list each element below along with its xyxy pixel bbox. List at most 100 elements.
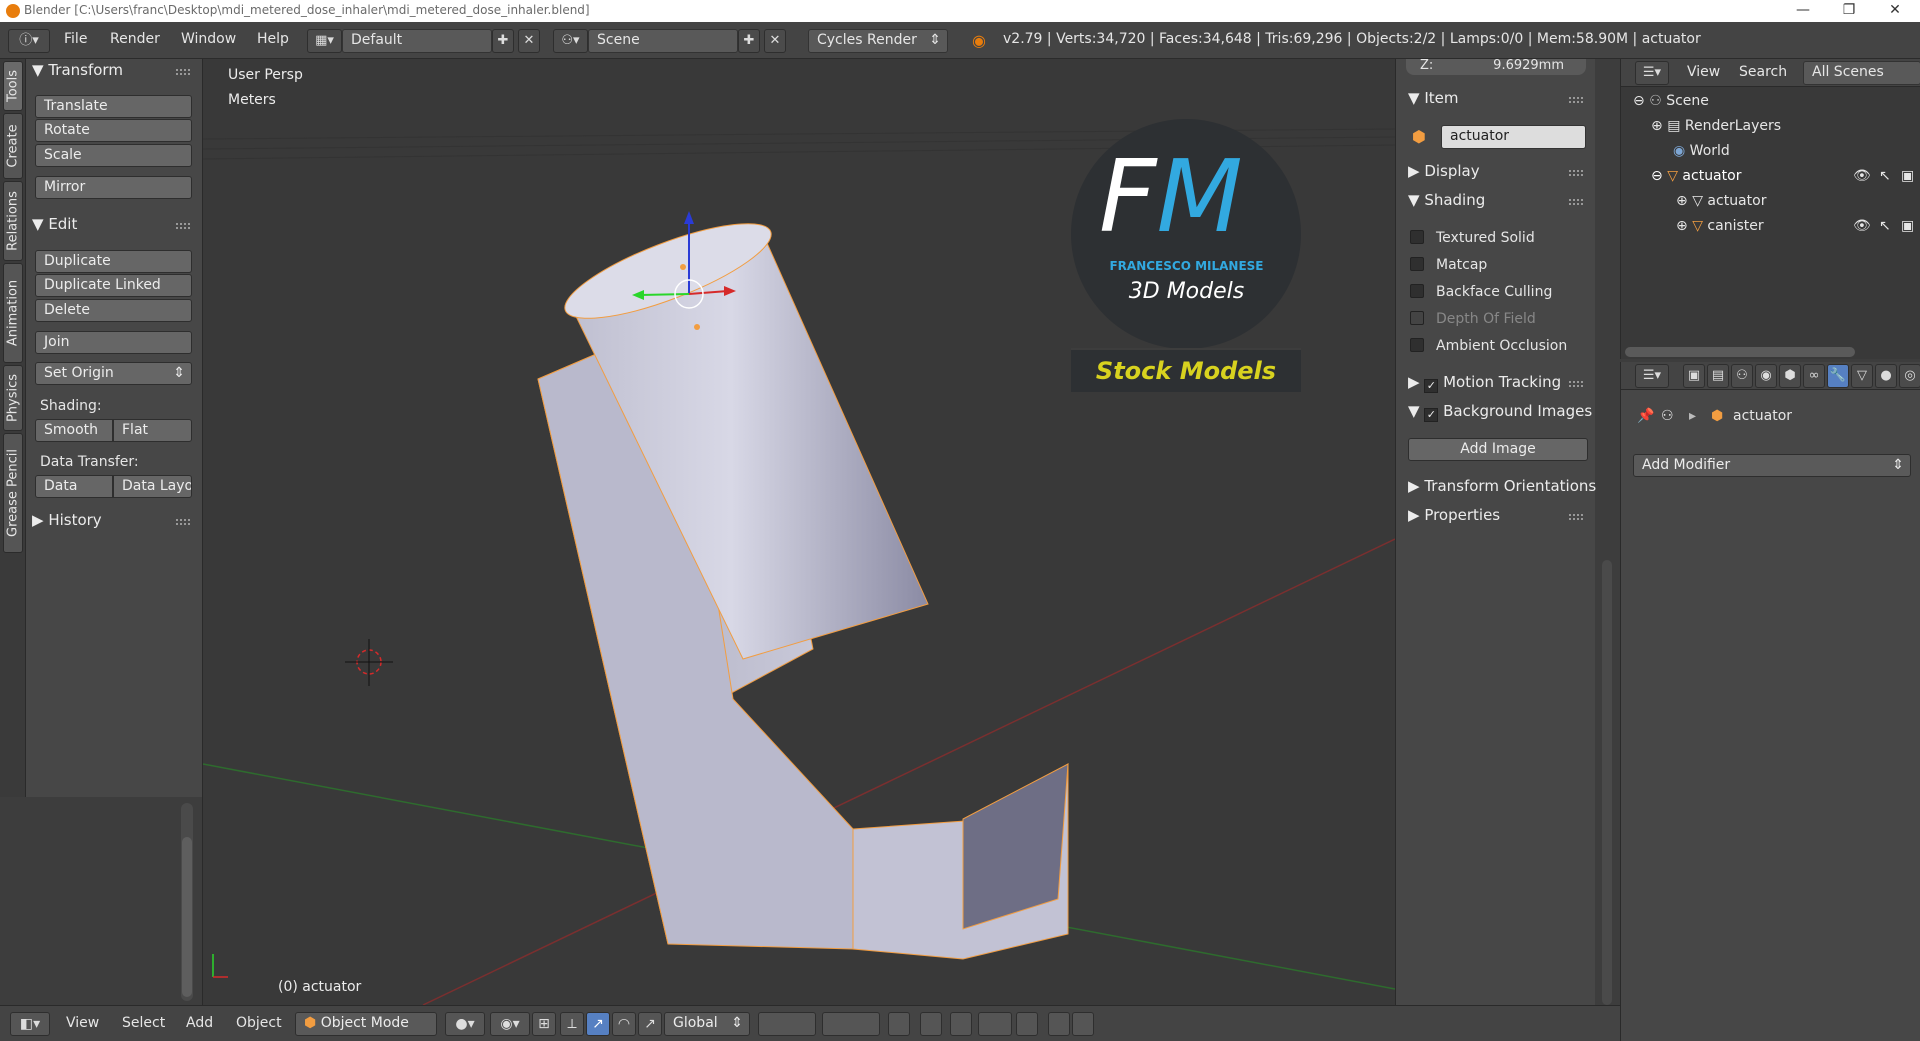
collapse-icon[interactable]: ⊖ xyxy=(1633,93,1645,109)
pin-icon[interactable]: 📌 xyxy=(1637,408,1654,424)
scene-icon[interactable]: ⚇▾ xyxy=(553,29,588,53)
outliner-item-renderlayers[interactable]: ⊕ ▤ RenderLayers xyxy=(1651,118,1781,134)
scene-tab-icon[interactable]: ⚇ xyxy=(1731,364,1753,388)
matcap-checkbox[interactable]: Matcap xyxy=(1410,257,1487,273)
expand-icon[interactable]: ⊕ xyxy=(1676,193,1688,209)
tab-physics[interactable]: Physics xyxy=(3,365,23,431)
mirror-button[interactable]: Mirror xyxy=(35,176,192,199)
mode-dropdown[interactable]: ⬢ Object Mode xyxy=(295,1012,437,1036)
editor-type-info-icon[interactable]: ⓘ▾ xyxy=(8,29,50,53)
gizmo-z-arrow-icon[interactable] xyxy=(684,211,694,224)
manipulator-toggle-icon[interactable]: ⊞ xyxy=(532,1012,556,1036)
3d-cursor-icon[interactable] xyxy=(345,639,393,686)
scrollbar-thumb[interactable] xyxy=(182,837,192,997)
render-camera-icon[interactable]: ▣ xyxy=(1901,168,1914,184)
panel-grip-icon[interactable] xyxy=(176,223,190,229)
join-button[interactable]: Join xyxy=(35,331,192,354)
menu-select[interactable]: Select xyxy=(122,1015,165,1031)
modifiers-tab-icon[interactable]: 🔧 xyxy=(1827,364,1849,388)
outliner-item-world[interactable]: ◉ World xyxy=(1673,143,1730,159)
opengl-render-icon[interactable] xyxy=(1048,1012,1070,1036)
checkbox-checked-icon[interactable]: ✓ xyxy=(1424,408,1439,422)
snap-target-icon[interactable] xyxy=(1016,1012,1038,1036)
transform-orientation-dropdown[interactable]: Global ⇕ xyxy=(664,1012,750,1036)
proportional-editing-icon[interactable] xyxy=(920,1012,942,1036)
render-engine-dropdown[interactable]: Cycles Render ⇕ xyxy=(808,29,948,53)
expand-icon[interactable]: ⊕ xyxy=(1676,218,1688,234)
translate-button[interactable]: Translate xyxy=(35,95,192,118)
collapse-icon[interactable]: ⊖ xyxy=(1651,168,1663,184)
background-images-panel-header[interactable]: ▼ ✓ Background Images xyxy=(1408,402,1592,422)
close-button[interactable]: ✕ xyxy=(1872,0,1918,22)
object-tab-icon[interactable]: ⬢ xyxy=(1779,364,1801,388)
outliner-item-scene[interactable]: ⊖ ⚇ Scene xyxy=(1633,93,1709,109)
scene-layers-icon[interactable] xyxy=(822,1012,880,1036)
history-panel-header[interactable]: ▶ History xyxy=(32,511,102,533)
outliner-item-actuator-mesh[interactable]: ⊕ ▽ actuator xyxy=(1676,193,1766,209)
ambient-occlusion-checkbox[interactable]: Ambient Occlusion xyxy=(1410,338,1567,354)
render-camera-icon[interactable]: ▣ xyxy=(1901,218,1914,234)
physics-tab-icon[interactable]: ◎ xyxy=(1899,364,1920,388)
edit-panel-header[interactable]: ▼ Edit xyxy=(32,215,77,237)
menu-add[interactable]: Add xyxy=(186,1015,213,1031)
selectable-arrow-icon[interactable]: ↖ xyxy=(1879,168,1891,184)
editor-type-properties-icon[interactable]: ☰▾ xyxy=(1635,364,1669,388)
world-tab-icon[interactable]: ◉ xyxy=(1755,364,1777,388)
outliner-item-canister[interactable]: ⊕ ▽ canister xyxy=(1676,218,1764,234)
set-origin-dropdown[interactable]: Set Origin ⇕ xyxy=(35,362,192,385)
gizmo-y-axis[interactable] xyxy=(639,293,690,296)
textured-solid-checkbox[interactable]: Textured Solid xyxy=(1410,230,1535,246)
transform-manipulator-icon[interactable]: ↗ xyxy=(638,1012,662,1036)
backface-culling-checkbox[interactable]: Backface Culling xyxy=(1410,284,1552,300)
3d-viewport[interactable]: User Persp Meters (0) actuator FM FM FRA… xyxy=(203,59,1395,1005)
tab-tools[interactable]: Tools xyxy=(3,61,23,111)
expand-icon[interactable]: ⊕ xyxy=(1651,118,1663,134)
snap-toggle-icon[interactable] xyxy=(950,1012,972,1036)
menu-render[interactable]: Render xyxy=(110,31,160,47)
material-tab-icon[interactable]: ● xyxy=(1875,364,1897,388)
menu-help[interactable]: Help xyxy=(257,31,289,47)
scene-layers-icon[interactable] xyxy=(758,1012,816,1036)
properties-panel-header[interactable]: ▶ Properties xyxy=(1408,506,1500,524)
delete-button[interactable]: Delete xyxy=(35,299,192,322)
viewport-shading-icon[interactable]: ●▾ xyxy=(445,1012,485,1036)
display-mode-dropdown[interactable]: All Scenes xyxy=(1803,61,1920,85)
visibility-eye-icon[interactable]: 👁 xyxy=(1853,218,1871,234)
minimize-button[interactable]: — xyxy=(1780,0,1826,22)
add-image-button[interactable]: Add Image xyxy=(1408,438,1588,461)
menu-window[interactable]: Window xyxy=(181,31,236,47)
opengl-animation-icon[interactable] xyxy=(1072,1012,1094,1036)
rotate-manipulator-icon[interactable]: ↗ xyxy=(586,1012,610,1036)
screen-layout-icon[interactable]: ▦▾ xyxy=(307,29,342,53)
flat-button[interactable]: Flat xyxy=(113,419,192,442)
display-panel-header[interactable]: ▶ Display xyxy=(1408,162,1480,180)
shading-panel-header[interactable]: ▼ Shading xyxy=(1408,191,1485,209)
scene-field[interactable]: Scene xyxy=(588,29,738,53)
object-name-field[interactable]: actuator xyxy=(1441,125,1586,149)
panel-grip-icon[interactable] xyxy=(1569,97,1583,103)
smooth-button[interactable]: Smooth xyxy=(35,419,113,442)
editor-type-outliner-icon[interactable]: ☰▾ xyxy=(1635,61,1669,85)
tab-create[interactable]: Create xyxy=(3,113,23,179)
scale-button[interactable]: Scale xyxy=(35,144,192,167)
remove-scene-icon[interactable]: ✕ xyxy=(764,29,786,53)
duplicate-button[interactable]: Duplicate xyxy=(35,250,192,273)
data-tab-icon[interactable]: ▽ xyxy=(1851,364,1873,388)
menu-file[interactable]: File xyxy=(64,31,87,47)
z-location-field[interactable]: Z: 9.6929mm xyxy=(1406,58,1586,75)
maximize-button[interactable]: ❐ xyxy=(1826,0,1872,22)
add-layout-icon[interactable]: ✚ xyxy=(492,29,514,53)
tab-relations[interactable]: Relations xyxy=(3,181,23,261)
selectable-arrow-icon[interactable]: ↖ xyxy=(1879,218,1891,234)
render-tab-icon[interactable]: ▣ xyxy=(1683,364,1705,388)
panel-grip-icon[interactable] xyxy=(176,519,190,525)
transform-panel-header[interactable]: ▼ Transform xyxy=(32,61,123,83)
menu-search[interactable]: Search xyxy=(1739,64,1787,80)
panel-grip-icon[interactable] xyxy=(176,69,190,75)
outliner-item-actuator[interactable]: ⊖ ▽ actuator xyxy=(1651,168,1741,184)
checkbox-checked-icon[interactable]: ✓ xyxy=(1424,379,1439,393)
panel-grip-icon[interactable] xyxy=(1569,514,1583,520)
scale-manipulator-icon[interactable]: ◠ xyxy=(612,1012,636,1036)
tab-grease-pencil[interactable]: Grease Pencil xyxy=(3,433,23,553)
item-panel-header[interactable]: ▼ Item xyxy=(1408,89,1458,107)
